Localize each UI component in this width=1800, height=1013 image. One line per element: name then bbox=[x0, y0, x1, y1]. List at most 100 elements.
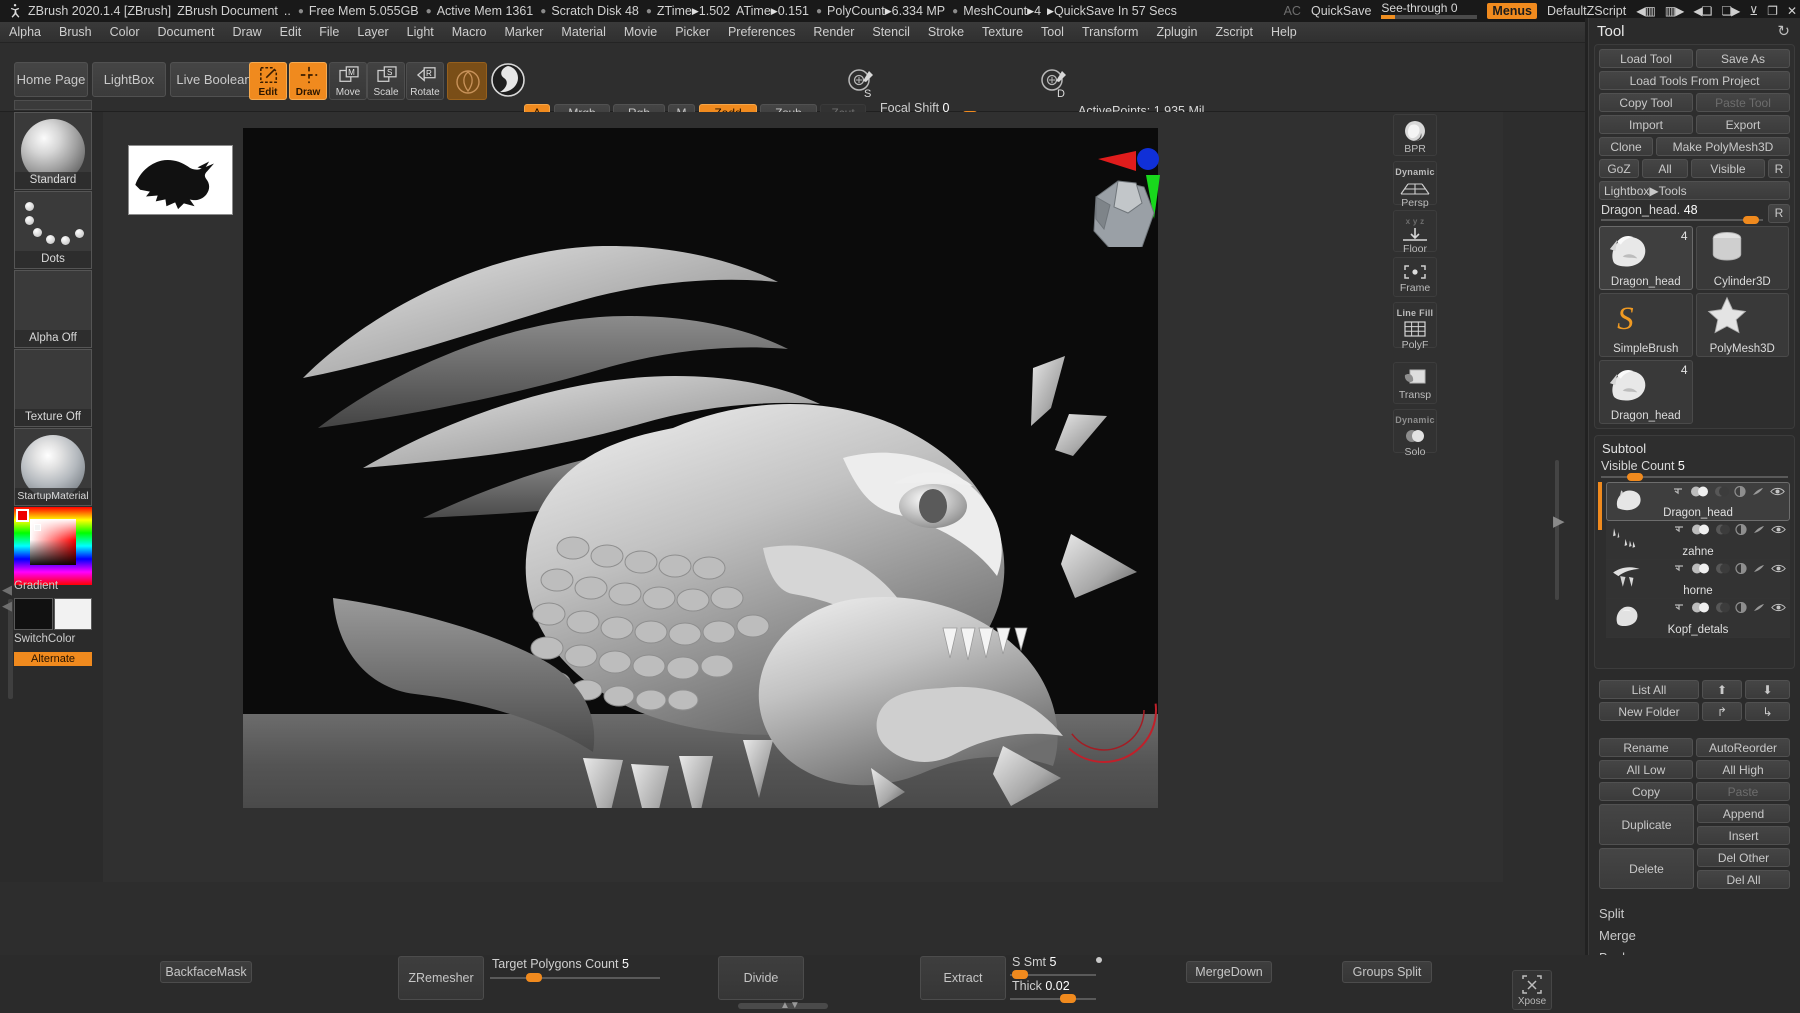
lightbox-tools-button[interactable]: Lightbox▶Tools bbox=[1599, 181, 1790, 200]
nav-right-icon[interactable]: ▥▶ bbox=[1665, 4, 1685, 18]
dock-left-icon[interactable]: ◀❏ bbox=[1693, 4, 1712, 18]
half-circle-icon[interactable] bbox=[1735, 602, 1747, 613]
visible-count-knob[interactable] bbox=[1627, 473, 1643, 481]
scroll-expand-icon[interactable]: ▲▼ bbox=[780, 1000, 800, 1011]
primary-color-swatch[interactable] bbox=[14, 598, 53, 630]
brush-toggle-icon[interactable] bbox=[1752, 524, 1766, 535]
shadow-toggle-icon[interactable] bbox=[1715, 486, 1729, 497]
paint-toggle-icon[interactable] bbox=[1691, 563, 1711, 574]
shadow-toggle-icon[interactable] bbox=[1716, 602, 1730, 613]
goz-r-button[interactable]: R bbox=[1768, 159, 1790, 178]
zremesher-button[interactable]: ZRemesher bbox=[398, 956, 484, 1000]
merge-subpalette[interactable]: Merge bbox=[1594, 925, 1795, 945]
draw-size-d-icon[interactable]: D bbox=[1038, 67, 1072, 100]
subtool-row[interactable]: horne bbox=[1606, 560, 1790, 599]
alpha-preview[interactable] bbox=[128, 145, 233, 215]
arrow-icon[interactable] bbox=[1674, 564, 1686, 573]
groups-split-button[interactable]: Groups Split bbox=[1342, 961, 1432, 983]
menu-item-color[interactable]: Color bbox=[101, 22, 149, 43]
tool-thumb-simplebrush[interactable]: S SimpleBrush bbox=[1599, 293, 1693, 357]
menu-item-document[interactable]: Document bbox=[149, 22, 224, 43]
half-circle-icon[interactable] bbox=[1734, 486, 1746, 497]
arrow-icon[interactable] bbox=[1674, 603, 1686, 612]
rotate-button[interactable]: R Rotate bbox=[406, 62, 444, 100]
menus-button[interactable]: Menus bbox=[1487, 3, 1538, 19]
brush-toggle-icon[interactable] bbox=[1751, 486, 1765, 497]
visible-count-slider[interactable]: Visible Count 5 bbox=[1599, 459, 1790, 481]
brush-toggle-icon[interactable] bbox=[1752, 602, 1766, 613]
menu-item-alpha[interactable]: Alpha bbox=[0, 22, 50, 43]
menu-item-macro[interactable]: Macro bbox=[443, 22, 496, 43]
floor-button[interactable]: x y z Floor bbox=[1393, 210, 1437, 255]
menu-item-zplugin[interactable]: Zplugin bbox=[1147, 22, 1206, 43]
alternate-button[interactable]: Alternate bbox=[14, 652, 92, 666]
move-button[interactable]: M Move bbox=[329, 62, 367, 100]
eye-icon[interactable] bbox=[1771, 603, 1786, 612]
subtool-row[interactable]: Kopf_detals bbox=[1606, 599, 1790, 638]
gradient-label[interactable]: Gradient bbox=[14, 580, 92, 592]
menu-item-edit[interactable]: Edit bbox=[271, 22, 311, 43]
append-button[interactable]: Append bbox=[1697, 804, 1790, 823]
menu-item-help[interactable]: Help bbox=[1262, 22, 1306, 43]
draw-size-s-icon[interactable]: S bbox=[845, 67, 879, 100]
move-into-button[interactable]: ↳ bbox=[1745, 702, 1790, 721]
tool-thumb-polymesh3d[interactable]: PolyMesh3D bbox=[1695, 293, 1789, 357]
canvas-panel-expand-icon[interactable]: ▶ bbox=[1553, 512, 1565, 530]
export-button[interactable]: Export bbox=[1696, 115, 1790, 134]
divide-button[interactable]: Divide bbox=[718, 956, 804, 1000]
subtool-row[interactable]: zahne bbox=[1606, 521, 1790, 560]
dock-right-icon[interactable]: ❏▶ bbox=[1721, 4, 1740, 18]
extract-button[interactable]: Extract bbox=[920, 956, 1006, 1000]
goz-visible-button[interactable]: Visible bbox=[1691, 159, 1765, 178]
move-out-button[interactable]: ↱ bbox=[1702, 702, 1742, 721]
half-circle-icon[interactable] bbox=[1735, 563, 1747, 574]
del-all-button[interactable]: Del All bbox=[1697, 870, 1790, 889]
tool-thumb-dragon_head[interactable]: 4 Dragon_head bbox=[1599, 226, 1693, 290]
xpose-button[interactable]: Xpose bbox=[1512, 970, 1552, 1010]
transp-button[interactable]: Transp bbox=[1393, 362, 1437, 404]
copy-subtool-button[interactable]: Copy bbox=[1599, 782, 1693, 801]
menu-item-movie[interactable]: Movie bbox=[615, 22, 666, 43]
menu-item-material[interactable]: Material bbox=[552, 22, 614, 43]
menu-item-stencil[interactable]: Stencil bbox=[863, 22, 919, 43]
insert-button[interactable]: Insert bbox=[1697, 826, 1790, 845]
menu-item-preferences[interactable]: Preferences bbox=[719, 22, 804, 43]
merge-down-button[interactable]: MergeDown bbox=[1186, 961, 1272, 983]
bpr-button[interactable]: BPR bbox=[1393, 114, 1437, 156]
subtool-row[interactable]: Dragon_head bbox=[1606, 482, 1790, 521]
shadow-toggle-icon[interactable] bbox=[1716, 563, 1730, 574]
nav-left-icon[interactable]: ◀▥ bbox=[1636, 4, 1656, 18]
all-high-button[interactable]: All High bbox=[1696, 760, 1790, 779]
current-brush-button[interactable] bbox=[447, 62, 487, 100]
new-folder-button[interactable]: New Folder bbox=[1599, 702, 1699, 721]
half-circle-icon[interactable] bbox=[1735, 524, 1747, 535]
menu-item-stroke[interactable]: Stroke bbox=[919, 22, 973, 43]
eye-icon[interactable] bbox=[1771, 525, 1786, 534]
restore-icon[interactable]: ❐ bbox=[1767, 4, 1778, 18]
eye-icon[interactable] bbox=[1770, 487, 1785, 496]
dragon-head-model[interactable] bbox=[243, 128, 1158, 808]
move-down-button[interactable]: ⬇ bbox=[1745, 680, 1790, 699]
stroke-swatch[interactable]: Dots bbox=[14, 191, 92, 269]
tool-selector-slider[interactable]: Dragon_head. 48 bbox=[1599, 203, 1765, 224]
arrow-icon[interactable] bbox=[1674, 525, 1686, 534]
backface-mask-button[interactable]: BackfaceMask bbox=[160, 961, 252, 983]
polyf-button[interactable]: Line Fill PolyF bbox=[1393, 302, 1437, 351]
zscript-label[interactable]: DefaultZScript bbox=[1547, 4, 1626, 18]
view-orientation-gizmo[interactable] bbox=[1088, 137, 1198, 254]
menu-item-marker[interactable]: Marker bbox=[496, 22, 553, 43]
menu-item-texture[interactable]: Texture bbox=[973, 22, 1032, 43]
left-palette-scrollbar[interactable] bbox=[8, 599, 13, 699]
brush-toggle-icon[interactable] bbox=[1752, 563, 1766, 574]
menu-item-draw[interactable]: Draw bbox=[224, 22, 271, 43]
solo-button[interactable]: Dynamic Solo bbox=[1393, 409, 1437, 458]
tool-thumb-dragon_head[interactable]: 4 Dragon_head bbox=[1599, 360, 1693, 424]
color-picker[interactable] bbox=[14, 507, 92, 585]
texture-swatch[interactable]: Texture Off bbox=[14, 349, 92, 427]
color-current-swatch[interactable] bbox=[16, 509, 29, 522]
current-material-button[interactable] bbox=[490, 62, 528, 100]
list-all-button[interactable]: List All bbox=[1599, 680, 1699, 699]
rename-button[interactable]: Rename bbox=[1599, 738, 1693, 757]
menu-item-light[interactable]: Light bbox=[398, 22, 443, 43]
all-low-button[interactable]: All Low bbox=[1599, 760, 1693, 779]
